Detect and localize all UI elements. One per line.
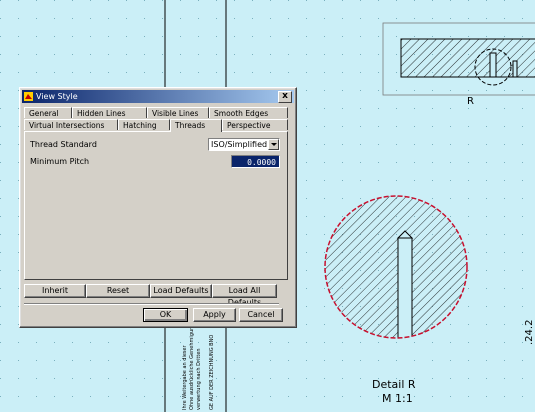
ok-button[interactable]: OK	[143, 308, 188, 322]
tab-general[interactable]: General	[24, 107, 72, 118]
tab-threads[interactable]: Threads	[170, 119, 222, 132]
vertical-note: GE AUF DER ZEICHNUNG BNO	[209, 335, 215, 410]
vertical-note: Ihre Weitergabe an dieser	[182, 344, 188, 410]
apply-button[interactable]: Apply	[193, 308, 236, 322]
load-defaults-button[interactable]: Load Defaults	[150, 284, 212, 298]
button-separator	[24, 303, 279, 305]
tab-hatching[interactable]: Hatching	[118, 119, 170, 130]
tab-smooth-edges[interactable]: Smooth Edges	[209, 107, 288, 118]
dialog-title: View Style	[36, 92, 78, 101]
tab-visible-lines[interactable]: Visible Lines	[147, 107, 209, 118]
tab-virtual-intersections[interactable]: Virtual Intersections	[24, 119, 118, 130]
right-edge-text: .24.2	[524, 320, 535, 345]
cancel-button[interactable]: Cancel	[239, 308, 283, 322]
tab-perspective[interactable]: Perspective	[222, 119, 288, 130]
thread-standard-select[interactable]: ISO/Simplified	[208, 138, 280, 151]
detail-scale: M 1:1	[382, 392, 413, 405]
thread-standard-label: Thread Standard	[30, 140, 97, 149]
chevron-down-icon[interactable]	[268, 139, 279, 150]
vertical-note: verwertung nach Dritten	[196, 348, 202, 410]
detail-view[interactable]	[324, 195, 468, 340]
tab-hidden-lines[interactable]: Hidden Lines	[72, 107, 147, 118]
load-all-defaults-button[interactable]: Load All Defaults	[212, 284, 277, 307]
thread-standard-value: ISO/Simplified	[211, 140, 268, 149]
app-icon	[24, 92, 33, 101]
close-button[interactable]: x	[278, 91, 292, 103]
inherit-button[interactable]: Inherit	[24, 284, 86, 298]
minimum-pitch-field[interactable]: 0.0000	[231, 155, 280, 168]
minimum-pitch-label: Minimum Pitch	[30, 157, 90, 166]
vertical-note: Ohne ausdrückliche Genehmigung	[189, 324, 195, 411]
detail-title: Detail R	[372, 378, 416, 391]
dialog-titlebar[interactable]: View Style x	[22, 90, 294, 103]
reset-button[interactable]: Reset	[86, 284, 150, 298]
threads-panel	[24, 131, 288, 280]
section-label: R	[467, 96, 474, 107]
